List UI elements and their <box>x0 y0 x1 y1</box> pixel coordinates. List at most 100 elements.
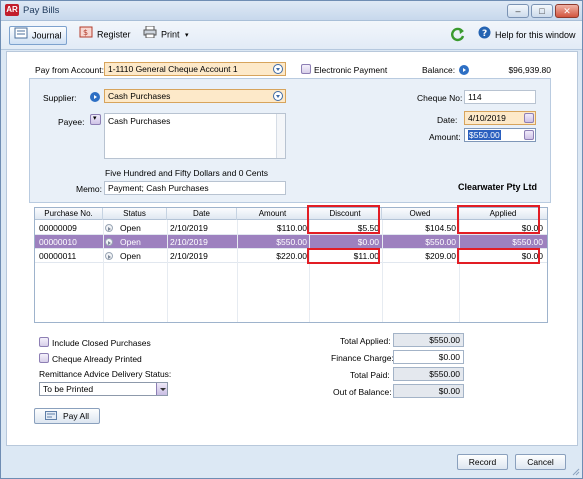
amount-in-words: Five Hundred and Fifty Dollars and 0 Cen… <box>105 168 268 178</box>
amount-cell: $110.00 <box>276 223 307 233</box>
column-divider <box>309 220 310 322</box>
chevron-down-icon[interactable] <box>156 383 167 395</box>
register-button[interactable]: $ Register <box>75 26 135 45</box>
column-header-date[interactable]: Date <box>167 208 237 220</box>
date-cell: 2/10/2019 <box>170 251 208 261</box>
register-icon: $ <box>79 26 93 44</box>
applied-highlight-box <box>457 248 540 264</box>
svg-text:?: ? <box>482 29 487 39</box>
total-applied-label: Total Applied: <box>340 336 391 346</box>
calendar-dropdown-icon[interactable] <box>524 113 534 123</box>
electronic-payment-checkbox[interactable] <box>301 64 311 74</box>
total-paid-value: $550.00 <box>393 367 464 381</box>
journal-label: Journal <box>32 30 62 41</box>
calculator-dropdown-icon[interactable] <box>524 130 534 140</box>
toolbar: Journal $ Register Print ▾ ? Help for th… <box>1 21 582 50</box>
date-field[interactable]: 4/10/2019 <box>464 111 536 125</box>
column-header-status[interactable]: Status <box>103 208 167 220</box>
column-header-purchase-no[interactable]: Purchase No. <box>35 208 103 220</box>
record-button[interactable]: Record <box>457 454 508 470</box>
owed-cell: $104.50 <box>425 223 456 233</box>
memo-field[interactable]: Payment; Cash Purchases <box>104 181 286 195</box>
journal-icon <box>14 27 28 45</box>
purchase-no-cell: 00000011 <box>39 251 77 261</box>
supplier-field[interactable]: Cash Purchases <box>104 89 286 103</box>
close-button[interactable]: ✕ <box>555 4 579 18</box>
remittance-delivery-value: To be Printed <box>43 384 94 394</box>
column-divider <box>459 220 460 322</box>
account-dropdown-icon[interactable] <box>273 64 283 74</box>
cheque-already-printed-label: Cheque Already Printed <box>52 354 142 364</box>
total-applied-value: $550.00 <box>393 333 464 347</box>
cheque-no-label: Cheque No: <box>417 93 463 103</box>
pay-all-button[interactable]: Pay All <box>34 408 100 424</box>
pay-from-account-value: 1-1110 General Cheque Account 1 <box>108 64 238 74</box>
pay-all-label: Pay All <box>63 411 89 421</box>
discount-highlight-box <box>307 248 380 264</box>
amount-field[interactable]: $550.00 <box>464 128 536 142</box>
amount-cell: $220.00 <box>276 251 307 261</box>
column-header-amount[interactable]: Amount <box>237 208 309 220</box>
balance-label: Balance: <box>422 65 456 75</box>
out-of-balance-value: $0.00 <box>393 384 464 398</box>
column-header-owed[interactable]: Owed <box>382 208 459 220</box>
refresh-button[interactable] <box>450 27 466 45</box>
applied-cell[interactable]: $550.00 <box>459 235 543 249</box>
help-button[interactable]: ? Help for this window <box>474 26 580 45</box>
open-status-icon[interactable] <box>105 224 113 232</box>
status-cell: Open <box>120 237 141 247</box>
include-closed-purchases-checkbox[interactable] <box>39 337 49 347</box>
column-divider <box>167 220 168 322</box>
pay-all-icon <box>45 410 57 424</box>
open-status-icon[interactable] <box>105 252 113 260</box>
pay-from-label: Pay from Account: <box>35 65 104 75</box>
owed-cell: $209.00 <box>425 251 456 261</box>
finance-charge-label: Finance Charge: <box>331 353 394 363</box>
status-cell: Open <box>120 223 141 233</box>
cheque-no-field[interactable]: 114 <box>464 90 536 104</box>
help-icon: ? <box>478 26 491 45</box>
purchase-no-cell: 00000010 <box>39 237 77 247</box>
print-button[interactable]: Print ▾ <box>139 25 193 45</box>
electronic-payment-label: Electronic Payment <box>314 65 388 75</box>
payee-scrollbar[interactable] <box>276 114 285 158</box>
column-divider <box>382 220 383 322</box>
discount-cell[interactable]: $0.00 <box>309 235 379 249</box>
supplier-label: Supplier: <box>43 93 77 103</box>
window-title: Pay Bills <box>23 5 60 16</box>
company-name: Clearwater Pty Ltd <box>458 182 538 192</box>
maximize-button[interactable]: □ <box>531 4 553 18</box>
print-label: Print <box>161 29 180 40</box>
payee-textarea[interactable]: Cash Purchases <box>104 113 286 159</box>
journal-button[interactable]: Journal <box>9 26 67 45</box>
svg-text:$: $ <box>83 28 88 37</box>
date-cell: 2/10/2019 <box>170 237 208 247</box>
table-row-selected[interactable]: 00000010 Open 2/10/2019 $550.00 $0.00 $5… <box>35 235 547 249</box>
amount-cell: $550.00 <box>276 237 307 247</box>
date-cell: 2/10/2019 <box>170 223 208 233</box>
remittance-delivery-select[interactable]: To be Printed <box>39 382 168 396</box>
memo-label: Memo: <box>76 184 102 194</box>
cheque-already-printed-checkbox[interactable] <box>39 353 49 363</box>
pay-bills-window: AR Pay Bills – □ ✕ Journal $ Register Pr… <box>0 0 583 479</box>
purchase-no-cell: 00000009 <box>39 223 77 233</box>
title-bar[interactable]: AR Pay Bills – □ ✕ <box>1 1 582 21</box>
balance-value: $96,939.80 <box>508 65 551 75</box>
payee-dropdown-button[interactable]: ▾ <box>90 114 101 125</box>
payee-text: Cash Purchases <box>108 116 171 126</box>
column-divider <box>103 220 104 322</box>
amount-label: Amount: <box>429 132 461 142</box>
open-status-icon[interactable] <box>105 238 113 246</box>
printer-icon <box>143 25 157 44</box>
finance-charge-field[interactable]: $0.00 <box>393 350 464 364</box>
pay-from-account-field[interactable]: 1-1110 General Cheque Account 1 <box>104 62 286 76</box>
supplier-dropdown-icon[interactable] <box>273 91 283 101</box>
balance-arrow-icon[interactable] <box>459 65 469 75</box>
resize-grip[interactable] <box>571 467 580 476</box>
cancel-button[interactable]: Cancel <box>515 454 566 470</box>
date-value: 4/10/2019 <box>468 113 506 123</box>
supplier-arrow-icon[interactable] <box>90 92 100 102</box>
minimize-button[interactable]: – <box>507 4 529 18</box>
chevron-down-icon: ▾ <box>93 115 97 122</box>
remittance-delivery-label: Remittance Advice Delivery Status: <box>39 369 172 379</box>
